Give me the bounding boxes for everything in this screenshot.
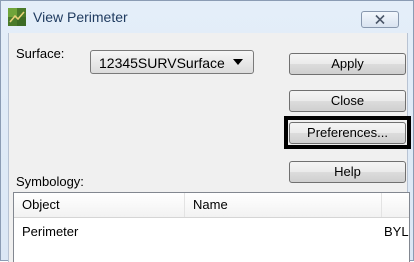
surface-label: Surface: xyxy=(16,46,65,61)
window-close-button[interactable] xyxy=(361,11,399,28)
surface-dropdown[interactable]: 12345SURVSurface xyxy=(90,50,254,74)
symbology-label: Symbology: xyxy=(16,174,84,189)
column-header-name[interactable]: Name xyxy=(185,193,382,217)
column-header-object[interactable]: Object xyxy=(14,193,185,217)
window-title: View Perimeter xyxy=(33,9,128,25)
chevron-down-icon xyxy=(233,59,243,65)
close-icon xyxy=(375,14,385,25)
symbology-grid[interactable]: Object Name Perimeter BYL xyxy=(13,192,410,262)
surface-dropdown-value: 12345SURVSurface xyxy=(99,55,225,71)
apply-button[interactable]: Apply xyxy=(289,53,406,75)
help-button[interactable]: Help xyxy=(289,161,406,183)
app-icon xyxy=(8,8,26,26)
preferences-highlight-box xyxy=(284,116,411,149)
title-bar[interactable]: View Perimeter xyxy=(1,1,413,33)
row-object-cell: Perimeter xyxy=(22,224,79,239)
view-perimeter-dialog: View Perimeter Surface: 12345SURVSurface… xyxy=(0,0,414,262)
close-button[interactable]: Close xyxy=(289,90,406,112)
grid-header: Object Name xyxy=(14,193,409,218)
row-extra-cell: BYL xyxy=(384,224,409,239)
